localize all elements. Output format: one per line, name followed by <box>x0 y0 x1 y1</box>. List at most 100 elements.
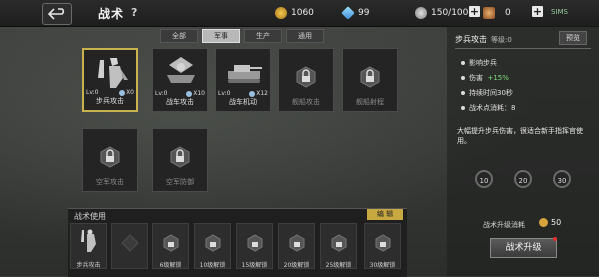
detail-description: 大幅提升步兵伤害，很适合新手指挥官使用。 <box>457 127 583 145</box>
stat-cost: 战术点消耗：8 <box>461 103 515 113</box>
detail-name: 步兵攻击 <box>455 35 487 44</box>
medal-value: 0 <box>505 8 511 18</box>
usage-slot-8[interactable]: 30级解锁 <box>364 223 401 269</box>
usage-slot-5[interactable]: 15级解锁 <box>236 223 273 269</box>
capacity-counter: 150/100 <box>415 5 468 21</box>
silver-coin-icon <box>415 7 427 19</box>
medal-icon <box>483 7 495 19</box>
lock-icon <box>375 234 391 252</box>
tactic-card-ship-range[interactable]: 舰船射程 <box>342 48 398 112</box>
page-title: 战术 <box>98 7 125 21</box>
lock-icon <box>331 234 347 252</box>
tactic-card-air-attack[interactable]: 空军攻击 <box>82 128 138 192</box>
bullet-icon <box>461 76 465 80</box>
add-medal-button[interactable]: + <box>532 6 543 17</box>
tab-production[interactable]: 生产 <box>244 29 282 43</box>
slot-label: 20级解锁 <box>283 262 310 269</box>
stat-target: 影响步兵 <box>461 58 497 68</box>
lock-icon <box>170 146 190 168</box>
card-level: Lv:0 <box>218 90 231 97</box>
lock-icon <box>247 234 263 252</box>
tactic-point-icon <box>249 90 256 97</box>
upgrade-cost: 50 <box>539 218 561 227</box>
lock-icon <box>163 234 179 252</box>
gem-counter: 99 <box>341 5 370 21</box>
category-tabs: 全部 军事 生产 通用 <box>160 29 324 43</box>
card-name: 舰船射程 <box>356 98 384 106</box>
usage-slot-3[interactable]: 6级解锁 <box>152 223 189 269</box>
gem-value: 99 <box>358 8 370 18</box>
usage-title: 战术使用 <box>74 212 106 221</box>
tank-icon <box>228 65 262 83</box>
tab-military[interactable]: 军事 <box>202 29 240 43</box>
slot-label: 6级解锁 <box>159 262 182 269</box>
card-name: 舰船攻击 <box>292 98 320 106</box>
infantry-icon <box>98 58 128 88</box>
card-name: 战车攻击 <box>166 98 194 106</box>
detail-level: 等级:0 <box>491 36 512 44</box>
diamond-icon <box>341 6 355 20</box>
edit-button[interactable]: 编 辑 <box>367 209 403 220</box>
usage-slot-4[interactable]: 10级解锁 <box>194 223 231 269</box>
bullet-icon <box>461 61 465 65</box>
gold-coin-icon <box>539 218 548 227</box>
card-count: X12 <box>249 90 268 97</box>
usage-slot-7[interactable]: 25级解锁 <box>320 223 357 269</box>
slot-label: 步兵攻击 <box>76 262 101 269</box>
card-name: 战车机动 <box>229 98 257 106</box>
tactic-card-ship-attack[interactable]: 舰船攻击 <box>278 48 334 112</box>
infantry-icon <box>81 229 96 252</box>
level-milestone-20[interactable]: 20 <box>514 170 532 188</box>
tactic-point-icon <box>186 90 193 97</box>
tactic-card-tank-mobility[interactable]: Lv:0 X12 战车机动 <box>215 48 271 112</box>
lock-icon <box>296 66 316 88</box>
card-level: Lv:0 <box>155 90 168 97</box>
card-count: X0 <box>119 89 134 96</box>
usage-slot-1[interactable]: 步兵攻击 <box>70 223 107 269</box>
medal-counter: 0 <box>483 5 511 21</box>
tactic-point-icon <box>119 89 126 96</box>
empty-slot-icon <box>121 234 139 252</box>
bullet-icon <box>461 106 465 110</box>
tactic-detail-panel: 步兵攻击 等级:0 预览 影响步兵 伤害 +15% 持续时间30秒 战术点消耗：… <box>447 26 599 276</box>
back-arrow-icon <box>48 8 65 20</box>
divider <box>455 48 591 49</box>
slot-label: 25级解锁 <box>325 262 352 269</box>
slot-label: 10级解锁 <box>199 262 226 269</box>
tactic-card-tank-attack[interactable]: Lv:0 X10 战车攻击 <box>152 48 208 112</box>
tab-general[interactable]: 通用 <box>286 29 324 43</box>
system-indicator: SIMS <box>551 8 568 16</box>
usage-slot-2[interactable] <box>111 223 148 269</box>
stat-duration: 持续时间30秒 <box>461 88 513 98</box>
slot-label: 15级解锁 <box>241 262 268 269</box>
lock-icon <box>205 234 221 252</box>
card-name: 空军防御 <box>166 178 194 186</box>
card-level: Lv:0 <box>86 89 99 96</box>
upgrade-button[interactable]: 战术升级 <box>490 238 557 258</box>
preview-button[interactable]: 预览 <box>559 31 587 45</box>
tactic-card-air-defense[interactable]: 空军防御 <box>152 128 208 192</box>
stat-damage: 伤害 +15% <box>461 73 509 83</box>
add-capacity-button[interactable]: + <box>469 6 480 17</box>
lock-icon <box>360 66 380 88</box>
gold-coin-icon <box>275 7 287 19</box>
tank-icon <box>167 57 195 83</box>
back-button[interactable] <box>42 3 72 25</box>
upgrade-cost-label: 战术升级消耗 <box>483 221 525 229</box>
usage-slot-6[interactable]: 20级解锁 <box>278 223 315 269</box>
lock-icon <box>100 146 120 168</box>
tab-all[interactable]: 全部 <box>160 29 198 43</box>
card-name: 步兵攻击 <box>96 97 124 105</box>
gold-value: 1060 <box>291 8 314 18</box>
level-milestone-30[interactable]: 30 <box>553 170 571 188</box>
tactic-card-infantry-attack[interactable]: Lv:0 X0 步兵攻击 <box>82 48 138 112</box>
card-name: 空军攻击 <box>96 178 124 186</box>
bullet-icon <box>461 91 465 95</box>
notification-dot <box>553 237 557 241</box>
slot-label: 30级解锁 <box>369 262 396 269</box>
lock-icon <box>289 234 305 252</box>
card-count: X10 <box>186 90 205 97</box>
help-button[interactable]: ? <box>131 6 137 19</box>
capacity-value: 150/100 <box>431 8 469 18</box>
level-milestone-10[interactable]: 10 <box>475 170 493 188</box>
